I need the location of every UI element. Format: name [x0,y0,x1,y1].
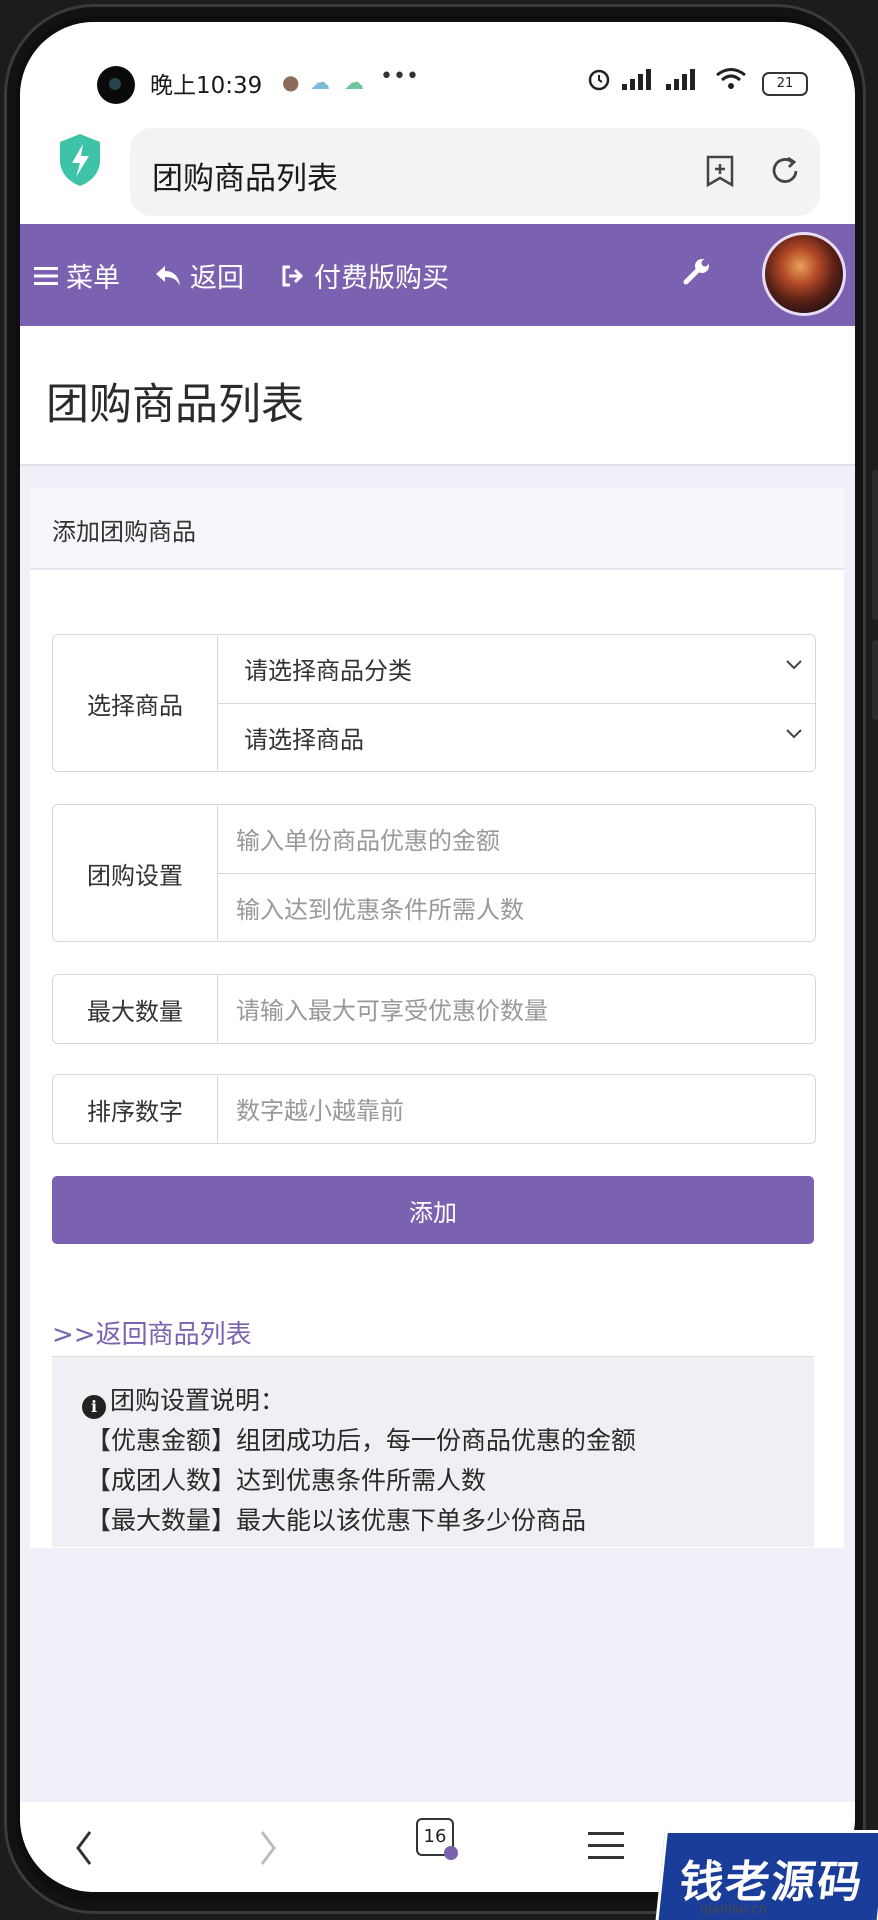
menu-lines-icon[interactable] [588,1830,624,1862]
back-button[interactable]: 返回 [154,256,244,295]
category-select[interactable]: 请选择商品分类 [218,635,815,701]
group-settings-label: 团购设置 [53,805,218,941]
help-title: 团购设置说明： [110,1386,286,1415]
refresh-icon[interactable] [768,154,802,188]
page-header: 团购商品列表 [20,326,855,466]
url-field[interactable]: 团购商品列表 [130,128,820,216]
max-quantity-placeholder: 请输入最大可享受优惠价数量 [236,996,548,1025]
volume-button [872,470,878,620]
card-header: 添加团购商品 [30,488,844,570]
discount-amount-input[interactable]: 输入单份商品优惠的金额 [218,805,815,871]
select-goods-label: 选择商品 [53,635,218,771]
help-title-row: i 团购设置说明： [82,1381,285,1419]
required-people-input[interactable]: 输入达到优惠条件所需人数 [218,873,815,940]
buy-label: 付费版购买 [314,263,449,294]
phone-frame: 晚上10:39 ● ☁ ☁ ••• 21 团购商品列表 菜单 返回 付费版购买 … [0,0,878,1920]
status-time: 晚上10:39 [150,73,263,99]
sort-number-placeholder: 数字越小越靠前 [236,1096,404,1125]
watermark-url: qianlao.cn [700,1902,767,1917]
menu-label: 菜单 [66,263,120,294]
goods-select[interactable]: 请选择商品 [218,703,815,770]
help-line: 【成团人数】达到优惠条件所需人数 [86,1466,487,1495]
screen: 晚上10:39 ● ☁ ☁ ••• 21 团购商品列表 菜单 返回 付费版购买 … [20,22,855,1892]
chevron-down-icon [786,660,802,670]
sort-number-input[interactable]: 数字越小越靠前 [218,1075,815,1141]
max-quantity-input[interactable]: 请输入最大可享受优惠价数量 [218,975,815,1041]
shield-icon[interactable] [56,132,104,188]
add-button[interactable]: 添加 [52,1176,814,1244]
cloud-icon: ☁ [310,70,330,94]
goods-select-value: 请选择商品 [244,725,364,754]
alarm-icon [588,69,610,91]
tab-badge [444,1846,458,1860]
max-quantity-group: 最大数量 请输入最大可享受优惠价数量 [52,974,816,1044]
cloud-icon-2: ☁ [344,70,364,94]
sort-number-group: 排序数字 数字越小越靠前 [52,1074,816,1144]
back-arrow-icon[interactable] [72,1828,96,1868]
card-title: 添加团购商品 [52,518,196,546]
wifi-icon [716,68,746,89]
hamburger-icon [34,266,58,285]
front-camera [97,66,135,104]
page-title: 团购商品列表 [46,380,304,430]
wrench-icon[interactable] [682,256,712,286]
battery-indicator: 21 [762,72,808,96]
status-bar: 晚上10:39 ● ☁ ☁ ••• 21 [20,22,855,114]
add-bookmark-icon[interactable] [705,154,735,188]
discount-amount-placeholder: 输入单份商品优惠的金额 [236,826,500,855]
group-settings-group: 团购设置 输入单份商品优惠的金额 输入达到优惠条件所需人数 [52,804,816,942]
help-line: 【最大数量】最大能以该优惠下单多少份商品 [86,1506,587,1535]
select-goods-group: 选择商品 请选择商品分类 请选择商品 [52,634,816,772]
power-button [872,640,878,720]
back-label: 返回 [190,263,244,294]
reply-arrow-icon [156,265,180,286]
info-icon: i [82,1395,106,1419]
more-notifications-icon: ••• [380,64,419,89]
signal-icon-2 [666,69,695,90]
category-select-value: 请选择商品分类 [244,656,412,685]
user-avatar[interactable] [762,232,846,316]
chevron-down-icon [786,729,802,739]
required-people-placeholder: 输入达到优惠条件所需人数 [236,895,524,924]
back-to-list-link[interactable]: >>返回商品列表 [52,1314,252,1351]
sort-number-label: 排序数字 [53,1075,218,1143]
signal-icon [622,69,651,90]
menu-button[interactable]: 菜单 [34,256,120,295]
url-page-title: 团购商品列表 [152,161,338,197]
buy-paid-version-button[interactable]: 付费版购买 [280,256,449,295]
app-notification-icon: ● [282,70,300,94]
add-group-buy-card: 添加团购商品 选择商品 请选择商品分类 请选择商品 团购设置 输入单份商品优惠的… [30,488,844,1548]
forward-arrow-icon[interactable] [256,1828,280,1868]
help-box: i 团购设置说明： 【优惠金额】组团成功后，每一份商品优惠的金额 【成团人数】达到… [52,1356,814,1547]
browser-address-bar: 团购商品列表 [20,114,855,224]
max-quantity-label: 最大数量 [53,975,218,1043]
site-navbar: 菜单 返回 付费版购买 [20,224,855,326]
help-line: 【优惠金额】组团成功后，每一份商品优惠的金额 [86,1426,637,1455]
sign-out-icon [282,265,304,286]
